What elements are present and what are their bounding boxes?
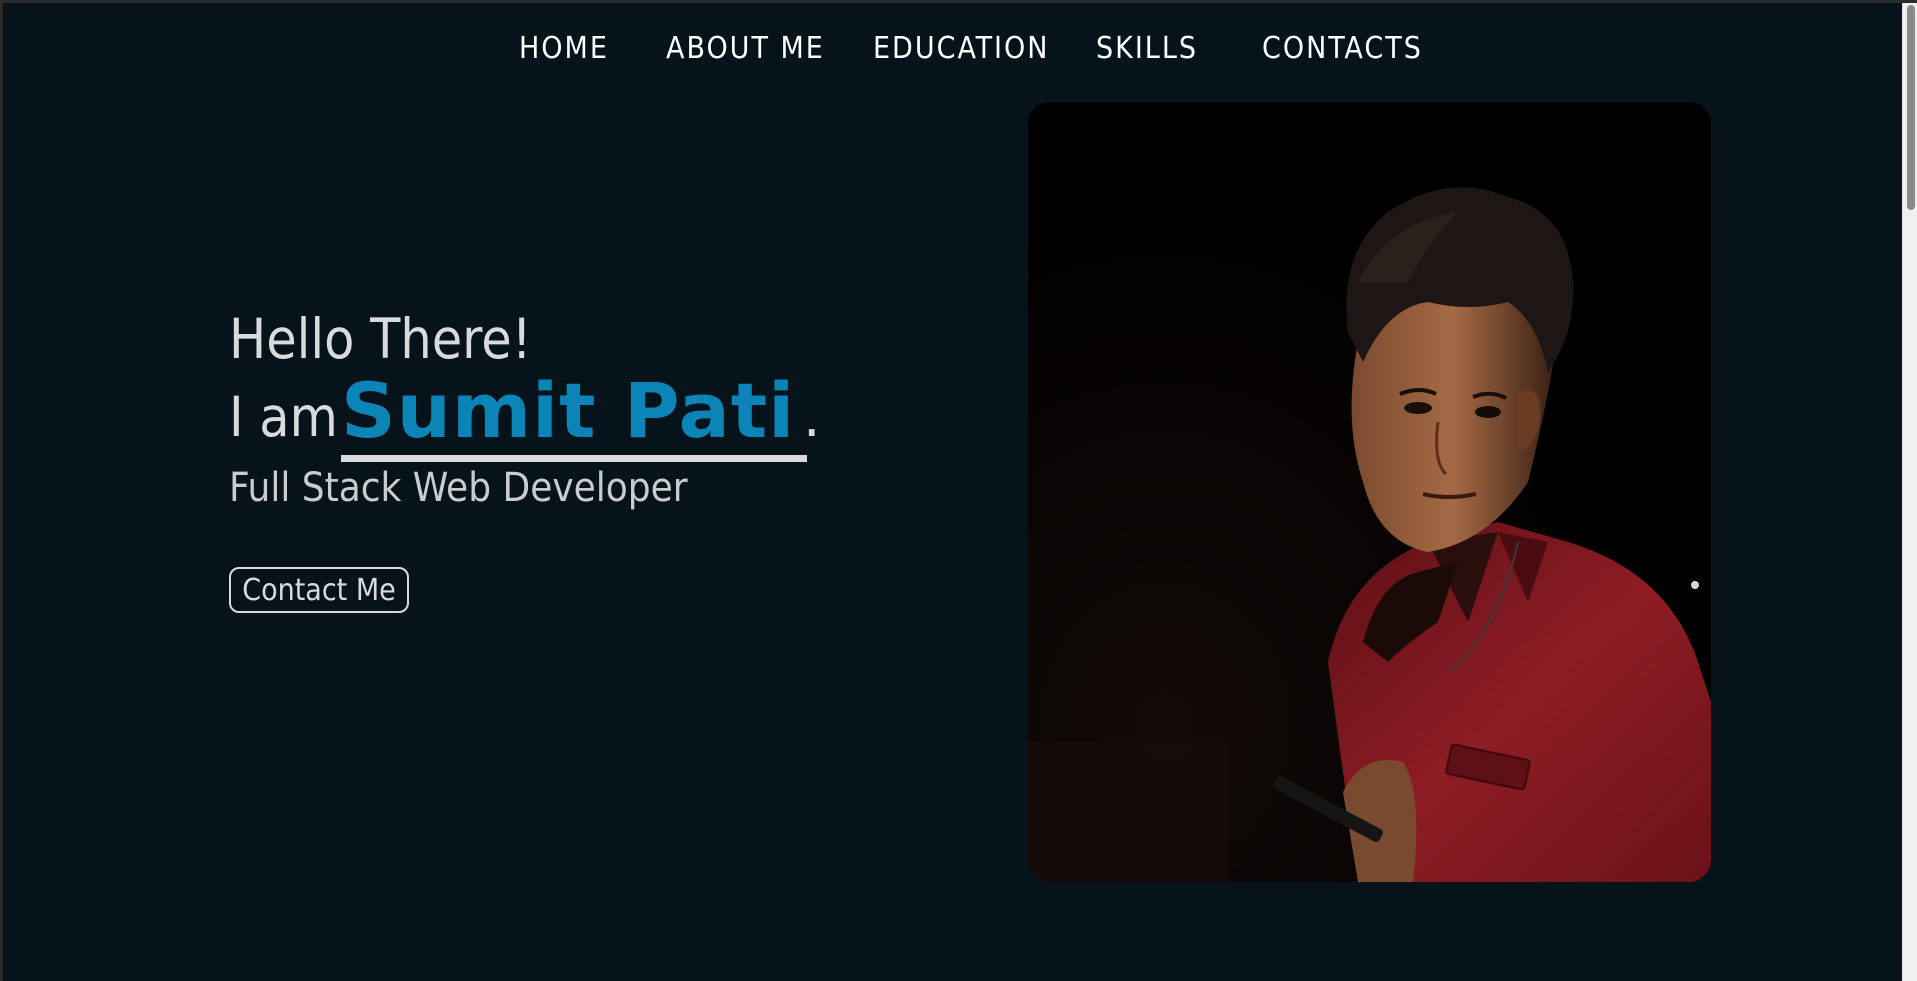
nav-contacts-link[interactable]: CONTACTS bbox=[1262, 29, 1423, 69]
navbar: HOME ABOUT ME EDUCATION SKILLS CONTACTS bbox=[3, 3, 1902, 93]
scrollbar-thumb[interactable] bbox=[1907, 5, 1915, 210]
nav-home-link[interactable]: HOME bbox=[519, 29, 609, 69]
hero-role: Full Stack Web Developer bbox=[229, 465, 688, 511]
nav-education-link[interactable]: EDUCATION bbox=[873, 29, 1049, 69]
nav-skills-link[interactable]: SKILLS bbox=[1096, 29, 1198, 69]
page-viewport: HOME ABOUT ME EDUCATION SKILLS CONTACTS … bbox=[3, 3, 1902, 981]
hero-intro: I am bbox=[229, 385, 338, 449]
nav-about-link[interactable]: ABOUT ME bbox=[666, 29, 825, 69]
hero-name-period: . bbox=[803, 385, 821, 449]
vertical-scrollbar[interactable] bbox=[1902, 3, 1917, 981]
hero-name: Sumit Pati bbox=[341, 366, 796, 455]
profile-photo bbox=[1028, 102, 1711, 882]
contact-me-button[interactable]: Contact Me bbox=[229, 567, 409, 613]
